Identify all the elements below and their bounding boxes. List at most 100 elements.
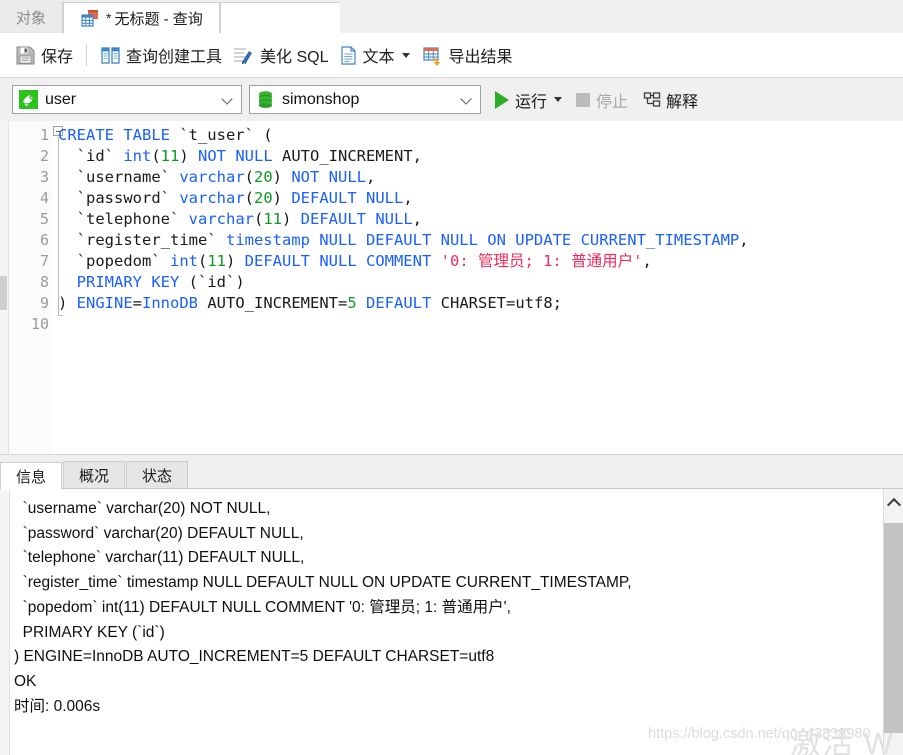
tab-query-untitled[interactable]: * 无标题 - 查询 xyxy=(63,2,220,34)
editor-left-strip xyxy=(0,121,9,454)
code-token: DEFAULT NULL COMMENT xyxy=(244,252,432,270)
query-builder-button[interactable]: 查询创建工具 xyxy=(95,40,227,70)
code-token: timestamp NULL DEFAULT NULL ON UPDATE CU… xyxy=(225,231,740,249)
line-number: 7 xyxy=(39,252,49,270)
code-token: ENGINE xyxy=(76,294,133,312)
code-token: (`id`) xyxy=(179,273,245,291)
code-token: = xyxy=(132,294,143,312)
code-token: ) xyxy=(179,147,199,165)
code-token: CREATE TABLE xyxy=(58,126,170,144)
code-token: AUTO_INCREMENT= xyxy=(198,294,348,312)
tab-query-label: 无标题 - 查询 xyxy=(114,10,203,28)
code-token: ) xyxy=(272,189,292,207)
code-token: 20 xyxy=(254,189,273,207)
chevron-down-icon[interactable] xyxy=(222,93,235,106)
code-token: , xyxy=(739,231,749,249)
code-token: AUTO_INCREMENT, xyxy=(272,147,422,165)
text-document-icon xyxy=(340,45,356,65)
chevron-down-icon[interactable] xyxy=(461,93,474,106)
query-grid-icon xyxy=(81,10,99,27)
sql-code-text[interactable]: CREATE TABLE `t_user` ( `id` int(11) NOT… xyxy=(58,125,749,335)
result-tab-状态[interactable]: 状态 xyxy=(126,461,188,489)
code-token: NOT NULL xyxy=(291,168,366,186)
code-token: varchar xyxy=(179,189,245,207)
database-cylinder-icon xyxy=(259,91,272,108)
connection-selector-row: user simonshop 运行 停止 解释 xyxy=(0,78,903,121)
main-toolbar: 保存 查询创建工具 美化 SQL 文本 导出结果 xyxy=(0,33,903,78)
code-token: varchar xyxy=(179,168,245,186)
export-results-button[interactable]: 导出结果 xyxy=(417,40,518,70)
code-token: PRIMARY KEY xyxy=(76,273,180,291)
sql-editor[interactable]: 1 2 3 4 5 6 7 8 9 10 CREATE TABLE `t_user` ( `id`… xyxy=(0,121,903,454)
connection-select[interactable]: user xyxy=(12,85,242,114)
code-token: ( xyxy=(151,147,161,165)
text-mode-button[interactable]: 文本 xyxy=(334,40,417,70)
code-token: `id` xyxy=(58,147,124,165)
chevron-down-icon[interactable] xyxy=(554,97,563,102)
editor-line-number-gutter: 1 2 3 4 5 6 7 8 9 10 xyxy=(9,121,52,454)
result-tab-信息[interactable]: 信息 xyxy=(0,462,62,490)
tab-bar-blank-slot xyxy=(219,2,340,34)
explain-button[interactable]: 解释 xyxy=(642,85,698,115)
editor-drag-handle[interactable] xyxy=(0,276,7,310)
chevron-down-icon[interactable] xyxy=(401,52,410,58)
save-button[interactable]: 保存 xyxy=(10,40,78,70)
explain-plan-icon xyxy=(643,91,661,107)
output-left-strip xyxy=(0,489,10,755)
code-token: 20 xyxy=(254,168,273,186)
window-tab-bar: 对象 * 无标题 - 查询 xyxy=(0,0,903,34)
code-line: PRIMARY KEY (`id`) xyxy=(58,272,749,293)
code-token: `telephone` xyxy=(58,210,189,228)
message-output-panel[interactable]: `username` varchar(20) NOT NULL, `passwo… xyxy=(0,488,903,755)
scrollbar-thumb[interactable] xyxy=(884,523,903,733)
run-button[interactable]: 运行 xyxy=(495,85,563,115)
code-token: ( xyxy=(244,168,254,186)
tab-object[interactable]: 对象 xyxy=(0,1,64,33)
result-tab-bar: 信息 概况 状态 xyxy=(0,460,903,490)
code-line: ) ENGINE=InnoDB AUTO_INCREMENT=5 DEFAULT… xyxy=(58,293,749,314)
code-token: NOT NULL xyxy=(198,147,273,165)
code-token: int xyxy=(169,252,198,270)
database-value: simonshop xyxy=(282,90,360,108)
beautify-sql-button[interactable]: 美化 SQL xyxy=(227,40,333,70)
line-number: 1 xyxy=(39,126,49,144)
code-token: 11 xyxy=(207,252,226,270)
play-triangle-icon xyxy=(495,90,509,109)
code-token: ) xyxy=(272,168,292,186)
scroll-up-button[interactable] xyxy=(884,489,903,517)
code-token: ( xyxy=(244,189,254,207)
explain-label: 解释 xyxy=(666,93,699,111)
code-line: CREATE TABLE `t_user` ( xyxy=(58,125,749,146)
navicat-query-window: 对象 * 无标题 - 查询 保存 查询创建工具 美化 SQL 文本 导出结果 u… xyxy=(0,0,903,755)
code-token: ( xyxy=(253,210,264,228)
code-token: 11 xyxy=(160,147,180,165)
code-line: `register_time` timestamp NULL DEFAULT N… xyxy=(58,230,749,251)
save-floppy-icon xyxy=(16,46,35,64)
text-mode-label: 文本 xyxy=(362,49,395,66)
tab-modified-star: * xyxy=(106,10,112,26)
code-line: `password` varchar(20) DEFAULT NULL, xyxy=(58,188,749,209)
line-number: 5 xyxy=(39,210,49,228)
toolbar-separator xyxy=(86,44,88,66)
code-token: DEFAULT xyxy=(366,294,432,312)
beautify-pencil-icon xyxy=(234,47,253,64)
database-select[interactable]: simonshop xyxy=(249,85,481,114)
stop-button: 停止 xyxy=(576,85,628,115)
mysql-dolphin-icon xyxy=(19,90,38,109)
result-tab-概况[interactable]: 概况 xyxy=(63,461,125,489)
connection-value: user xyxy=(45,90,77,108)
code-token: DEFAULT NULL xyxy=(291,189,404,207)
code-token: int xyxy=(123,147,152,165)
output-vertical-scrollbar[interactable] xyxy=(883,489,903,755)
run-label: 运行 xyxy=(515,93,548,111)
line-number: 2 xyxy=(39,147,49,165)
code-token: , xyxy=(403,189,413,207)
code-token: ) xyxy=(58,294,77,312)
chevron-up-icon xyxy=(886,497,901,512)
stop-label: 停止 xyxy=(596,93,629,111)
code-token: InnoDB xyxy=(142,294,199,312)
